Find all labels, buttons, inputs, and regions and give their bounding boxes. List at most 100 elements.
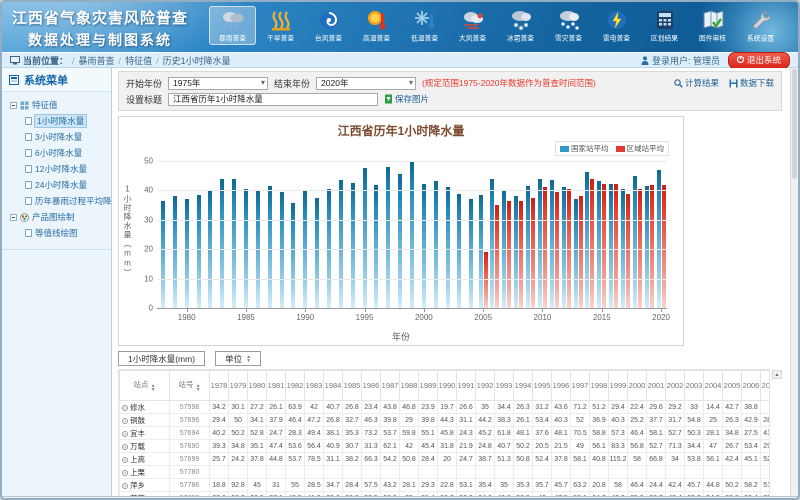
station-cell[interactable]: 铜鼓 (120, 414, 170, 427)
sidebar-item-0-3[interactable]: 12小时降水量 (4, 161, 109, 177)
station-cell[interactable]: 修水 (120, 401, 170, 414)
value-cell (761, 401, 771, 414)
col-header-year[interactable]: 2002 (666, 371, 685, 401)
nav-item-rainstorm[interactable]: 暴雨普查 (209, 6, 256, 45)
col-header-year[interactable]: 2003 (685, 371, 704, 401)
station-cell[interactable]: 万载 (120, 440, 170, 453)
col-header-year[interactable]: 1983 (305, 371, 324, 401)
station-cell[interactable]: 莲花 (120, 492, 170, 497)
radio-icon[interactable] (122, 431, 128, 437)
col-header-year[interactable]: 1990 (438, 371, 457, 401)
nav-item-map-audit[interactable]: 图件审核 (689, 6, 736, 45)
nav-item-low-temp[interactable]: 低温普查 (401, 6, 448, 45)
end-year-select[interactable]: 2020年 (316, 77, 416, 90)
col-header-year[interactable]: 1994 (514, 371, 533, 401)
col-header-year[interactable]: 1978 (210, 371, 229, 401)
table-vertical-scrollbar[interactable]: ▲ ▼ (772, 370, 782, 496)
unit-sort-dropdown[interactable]: 单位 ▲▼ (215, 351, 261, 366)
sidebar-item-0-4[interactable]: 24小时降水量 (4, 177, 109, 193)
sidebar-group-0[interactable]: 特征值 (4, 97, 109, 113)
logout-button[interactable]: 退出系统 (728, 52, 790, 69)
year-group-1987 (264, 186, 276, 308)
sidebar-item-0-0[interactable]: 1小时降水量 (4, 113, 109, 129)
sidebar-item-0-1[interactable]: 3小时降水量 (4, 129, 109, 145)
col-header-year[interactable]: 1979 (229, 371, 248, 401)
col-header-year[interactable]: 2007 (761, 371, 771, 401)
sidebar-item-1-0[interactable]: 等值线绘图 (4, 225, 109, 241)
col-header-id[interactable]: 站号 ▲▼ (170, 371, 210, 401)
value-cell: 47 (704, 440, 723, 453)
col-header-year[interactable]: 1991 (457, 371, 476, 401)
breadcrumb-item-0[interactable]: 暴雨普查 (79, 56, 115, 66)
col-header-year[interactable]: 1992 (476, 371, 495, 401)
radio-icon[interactable] (122, 496, 128, 497)
sidebar-item-0-5[interactable]: 历年暴雨过程平均降水量 (4, 193, 109, 209)
bar-national-2010 (538, 179, 542, 308)
radio-icon[interactable] (122, 405, 128, 411)
station-id-cell: 57696 (170, 414, 210, 427)
sort-arrows-icon[interactable]: ▲▼ (151, 384, 156, 392)
legend-entry[interactable]: 国家站平均 (560, 143, 609, 154)
nav-item-calculator[interactable]: 区划结果 (641, 6, 688, 45)
radio-icon[interactable] (122, 470, 128, 476)
col-header-year[interactable]: 1987 (381, 371, 400, 401)
bar-national-2019 (645, 186, 649, 308)
unit-indicator-button[interactable]: 1小时降水量(mm) (118, 351, 205, 366)
scroll-up-icon[interactable]: ▲ (772, 370, 782, 379)
calculate-button[interactable]: 计算结果 (674, 77, 719, 89)
nav-item-lightning[interactable]: 雷电普查 (593, 6, 640, 45)
nav-item-wind[interactable]: 大风普查 (449, 6, 496, 45)
col-header-year[interactable]: 1998 (590, 371, 609, 401)
radio-icon[interactable] (122, 418, 128, 424)
nav-item-hail[interactable]: 冰雹普查 (497, 6, 544, 45)
breadcrumb-item-2[interactable]: 历史1小时降水量 (163, 56, 231, 66)
col-header-year[interactable]: 2000 (628, 371, 647, 401)
nav-item-drought[interactable]: 干旱普查 (257, 6, 304, 45)
col-header-year[interactable]: 1989 (419, 371, 438, 401)
radio-icon[interactable] (122, 444, 128, 450)
col-header-year[interactable]: 1995 (533, 371, 552, 401)
col-header-year[interactable]: 1984 (324, 371, 343, 401)
breadcrumb-item-1[interactable]: 特征值 (125, 56, 152, 66)
col-header-year[interactable]: 1988 (400, 371, 419, 401)
col-header-year[interactable]: 1993 (495, 371, 514, 401)
station-id-cell: 57694 (170, 427, 210, 440)
nav-item-wrench[interactable]: 系统设置 (737, 6, 784, 45)
col-header-year[interactable]: 1982 (286, 371, 305, 401)
col-header-year[interactable]: 2004 (704, 371, 723, 401)
year-group-1993 (335, 180, 347, 308)
sidebar-item-0-2[interactable]: 6小时降水量 (4, 145, 109, 161)
station-cell[interactable]: 宜丰 (120, 427, 170, 440)
station-cell[interactable]: 上高 (120, 453, 170, 466)
save-image-button[interactable]: 保存图片 (384, 93, 429, 105)
col-header-year[interactable]: 2006 (742, 371, 761, 401)
value-cell: 23.4 (362, 401, 381, 414)
sidebar-group-1[interactable]: 产品图绘制 (4, 209, 109, 225)
col-header-year[interactable]: 2005 (723, 371, 742, 401)
station-cell[interactable]: 萍乡 (120, 479, 170, 492)
download-button[interactable]: 数据下载 (729, 77, 774, 89)
col-header-year[interactable]: 1985 (343, 371, 362, 401)
station-cell[interactable]: 上栗 (120, 466, 170, 479)
col-header-year[interactable]: 1980 (248, 371, 267, 401)
value-cell: 49 (571, 440, 590, 453)
col-header-year[interactable]: 1981 (267, 371, 286, 401)
nav-item-snow[interactable]: 雪灾普查 (545, 6, 592, 45)
nav-item-high-temp[interactable]: 高温普查 (353, 6, 400, 45)
legend-entry[interactable]: 区域站平均 (616, 143, 665, 154)
start-year-select[interactable]: 1975年 (168, 77, 268, 90)
sort-arrows-icon[interactable]: ▲▼ (196, 384, 201, 392)
radio-icon[interactable] (122, 483, 128, 489)
col-header-year[interactable]: 1986 (362, 371, 381, 401)
nav-item-typhoon[interactable]: 台风普查 (305, 6, 352, 45)
tree-toggle-icon[interactable] (10, 102, 17, 109)
radio-icon[interactable] (122, 457, 128, 463)
tree-toggle-icon[interactable] (10, 214, 17, 221)
chart-title-input[interactable] (168, 93, 378, 106)
col-header-year[interactable]: 2001 (647, 371, 666, 401)
col-header-year[interactable]: 1996 (552, 371, 571, 401)
col-header-year[interactable]: 1997 (571, 371, 590, 401)
col-header-year[interactable]: 1999 (609, 371, 628, 401)
col-header-station[interactable]: 站点 ▲▼ (120, 371, 170, 401)
page-scrollbar[interactable] (790, 68, 798, 496)
